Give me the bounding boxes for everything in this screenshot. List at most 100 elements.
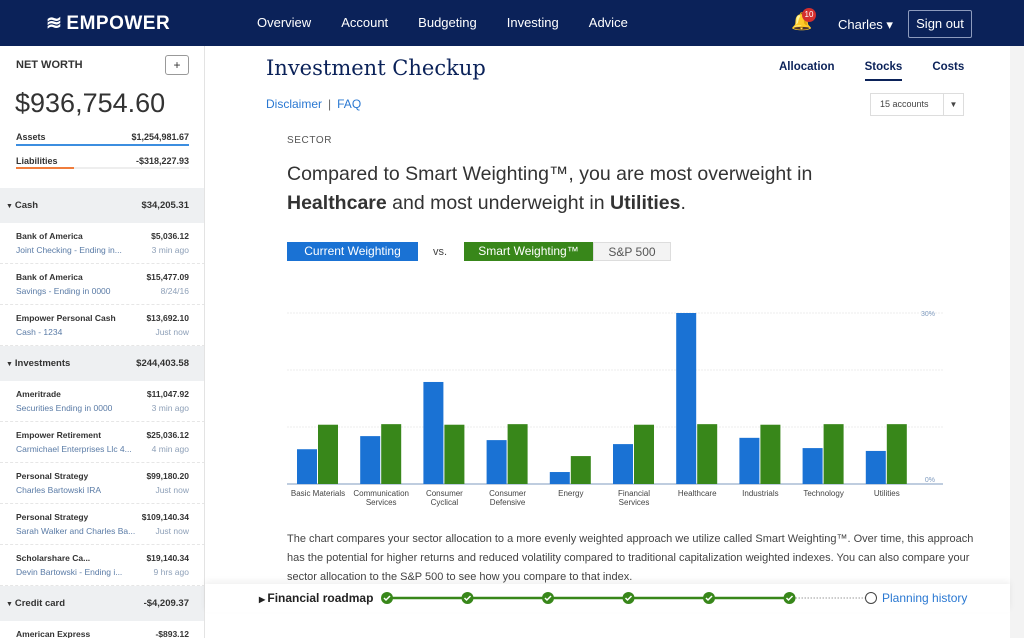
vs-label: vs. xyxy=(433,246,448,258)
account-name: American Express xyxy=(16,629,91,638)
account-updated: 3 min ago xyxy=(151,403,189,413)
page-title: Investment Checkup xyxy=(266,56,486,80)
brand-logo[interactable]: ≋ EMPOWER xyxy=(46,12,170,35)
x-tick-label: Technology xyxy=(803,489,843,498)
bar-current xyxy=(423,381,444,484)
notification-badge: 10 xyxy=(802,8,816,22)
account-item[interactable]: Personal Strategy $109,140.34 Sarah Walker… xyxy=(0,504,204,545)
scroll-edge xyxy=(1010,46,1024,638)
x-tick-label: Consumer xyxy=(489,489,526,498)
bar-current xyxy=(676,313,697,484)
bar-smart xyxy=(760,424,781,484)
bar-current xyxy=(613,444,633,484)
account-value: $13,692.10 xyxy=(146,313,189,323)
headline-overweight: Healthcare xyxy=(287,192,387,214)
account-detail: Sarah Walker and Charles Ba... xyxy=(16,526,136,536)
planning-history-link[interactable]: Planning history xyxy=(882,591,967,605)
current-weighting-button[interactable]: Current Weighting xyxy=(287,242,418,261)
caret-down-icon: ▼ xyxy=(6,203,15,210)
account-value: $11,047.92 xyxy=(146,389,189,399)
account-item[interactable]: American Express -$893.12 xyxy=(0,621,204,638)
group-total: $244,403.58 xyxy=(136,358,189,369)
tab-stocks[interactable]: Stocks xyxy=(864,61,903,81)
account-detail: Charles Bartowski IRA xyxy=(16,485,102,495)
headline-text: and most underweight in xyxy=(386,192,611,214)
nav-account[interactable]: Account xyxy=(341,15,388,30)
user-menu[interactable]: Charles ▾ xyxy=(838,17,893,33)
bar-smart xyxy=(634,424,654,484)
nav-overview[interactable]: Overview xyxy=(257,15,311,30)
account-item[interactable]: Bank of America $5,036.12 Joint Checking -… xyxy=(0,223,204,264)
account-updated: Just now xyxy=(155,485,189,495)
bar-smart xyxy=(318,424,338,484)
account-item[interactable]: Empower Retirement $25,036.12 Carmichael E… xyxy=(0,422,204,463)
group-label: ▼ Cash xyxy=(6,200,38,211)
account-value: $25,036.12 xyxy=(146,430,189,440)
group-credit-card[interactable]: ▼ Credit card -$4,209.37 xyxy=(0,586,204,621)
x-tick-label: Defensive xyxy=(490,498,526,507)
main-nav: Overview Account Budgeting Investing Advice xyxy=(257,15,658,30)
faq-link[interactable]: FAQ xyxy=(337,97,361,111)
account-detail: Carmichael Enterprises Llc 4... xyxy=(16,444,132,454)
bar-current xyxy=(360,436,381,484)
tab-costs[interactable]: Costs xyxy=(932,61,964,81)
group-label: ▼ Credit card xyxy=(6,598,65,609)
disclaimer-link[interactable]: Disclaimer xyxy=(266,97,322,111)
account-item[interactable]: Empower Personal Cash $13,692.10 Cash - 12… xyxy=(0,305,204,346)
account-item[interactable]: Scholarshare Ca... $19,140.34 Devin Bartow… xyxy=(0,545,204,586)
account-value: $19,140.34 xyxy=(146,553,189,563)
x-tick-label: Basic Materials xyxy=(291,489,345,498)
account-updated: Just now xyxy=(155,327,189,337)
account-updated: 9 hrs ago xyxy=(153,567,189,577)
bar-smart xyxy=(507,424,528,484)
sector-chart: 30%0%Basic Materials CommunicationService… xyxy=(287,311,943,507)
roadmap-progress xyxy=(381,592,877,604)
y-tick-label: 0% xyxy=(925,477,935,484)
bar-current xyxy=(739,437,760,484)
group-investments[interactable]: ▼ Investments $244,403.58 xyxy=(0,346,204,381)
sp500-button[interactable]: S&P 500 xyxy=(593,242,671,261)
sidebar: NET WORTH + $936,754.60 Assets $1,254,981… xyxy=(0,46,205,638)
group-name: Credit card xyxy=(14,598,66,609)
account-detail: Joint Checking - Ending in... xyxy=(16,245,122,255)
bar-smart xyxy=(570,456,591,484)
accounts-select-value: 15 accounts xyxy=(880,99,929,109)
account-value: $5,036.12 xyxy=(151,231,189,241)
net-worth-value: $936,754.60 xyxy=(15,88,166,118)
assets-row: Assets $1,254,981.67 xyxy=(16,132,189,142)
tab-allocation[interactable]: Allocation xyxy=(779,61,835,81)
x-tick-label: Healthcare xyxy=(678,489,717,498)
x-tick-label: Financial xyxy=(618,489,650,498)
caret-down-icon: ▼ xyxy=(943,94,963,115)
pending-step-icon xyxy=(865,592,877,604)
add-account-button[interactable]: + xyxy=(165,55,189,75)
account-item[interactable]: Personal Strategy $99,180.20 Charles Barto… xyxy=(0,463,204,504)
headline: Compared to Smart Weighting™, you are mo… xyxy=(287,160,887,218)
sign-out-button[interactable]: Sign out xyxy=(908,10,972,38)
caret-down-icon: ▼ xyxy=(6,601,15,608)
nav-advice[interactable]: Advice xyxy=(589,15,628,30)
x-tick-label: Services xyxy=(366,498,397,507)
account-updated: 3 min ago xyxy=(151,245,189,255)
headline-underweight: Utilities xyxy=(610,192,681,214)
smart-weighting-button[interactable]: Smart Weighting™ xyxy=(464,242,593,261)
account-updated: 4 min ago xyxy=(151,444,189,454)
net-worth-label: NET WORTH xyxy=(16,59,83,71)
group-cash[interactable]: ▼ Cash $34,205.31 xyxy=(0,188,204,223)
account-value: $15,477.09 xyxy=(146,272,189,282)
assets-bar xyxy=(16,144,189,146)
top-nav: ≋ EMPOWER Overview Account Budgeting Investi… xyxy=(0,0,1024,46)
nav-budgeting[interactable]: Budgeting xyxy=(418,15,477,30)
checkup-tabs: Allocation Stocks Costs xyxy=(779,61,994,81)
x-tick-label: Consumer xyxy=(426,489,463,498)
bar-smart xyxy=(823,424,844,484)
liabilities-value: -$318,227.93 xyxy=(135,156,189,166)
links: Disclaimer | FAQ xyxy=(266,97,361,111)
nav-investing[interactable]: Investing xyxy=(507,15,559,30)
account-item[interactable]: Bank of America $15,477.09 Savings - Endin… xyxy=(0,264,204,305)
accounts-select[interactable]: 15 accounts ▼ xyxy=(870,93,964,116)
waves-icon: ≋ xyxy=(46,13,63,34)
account-item[interactable]: Ameritrade $11,047.92 Securities Ending in… xyxy=(0,381,204,422)
y-tick-label: 30% xyxy=(921,311,935,318)
section-label: SECTOR xyxy=(287,135,333,146)
